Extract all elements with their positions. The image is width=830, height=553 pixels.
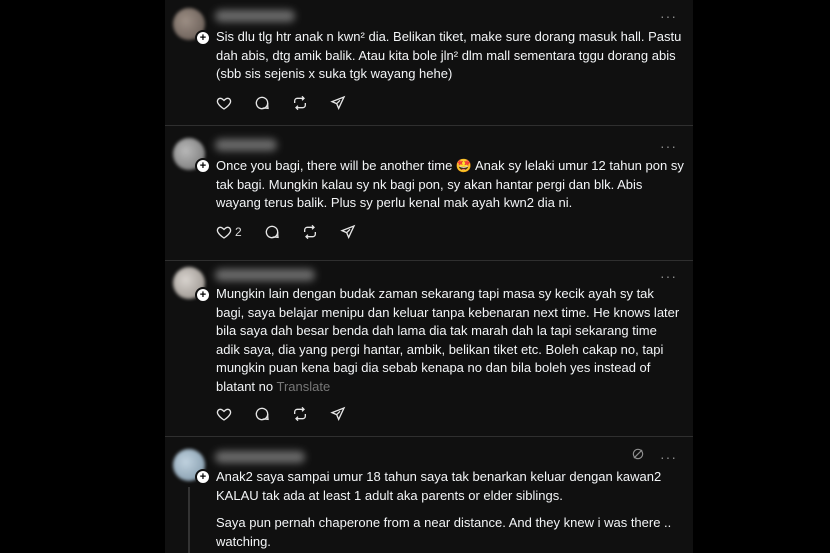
repost-button[interactable]	[292, 95, 308, 111]
repost-icon	[303, 224, 316, 240]
more-options-icon[interactable]: ···	[660, 268, 677, 284]
reply-post: + ··· Anak2 saya sampai umur 18 tahun sa…	[165, 437, 693, 553]
like-count: 2	[235, 225, 242, 239]
post-paragraph: Anak2 saya sampai umur 18 tahun saya tak…	[216, 469, 662, 503]
share-button[interactable]	[330, 406, 346, 422]
share-button[interactable]	[330, 95, 346, 111]
comment-icon	[255, 407, 269, 421]
post-text-body: Mungkin lain dengan budak zaman sekarang…	[216, 286, 680, 394]
post-text: Once you bagi, there will be another tim…	[216, 158, 684, 210]
username-blurred[interactable]	[215, 451, 305, 463]
repost-icon	[294, 406, 306, 422]
thread-line	[188, 487, 190, 553]
repost-icon	[294, 95, 306, 111]
repost-button[interactable]	[302, 224, 318, 240]
post-text: Mungkin lain dengan budak zaman sekarang…	[216, 285, 684, 396]
reply-post: + ··· Mungkin lain dengan budak zaman se…	[165, 261, 693, 436]
post-actions	[216, 404, 368, 424]
thread-column: + ··· Sis dlu tlg htr anak n kwn² dia. B…	[165, 0, 693, 553]
follow-plus-icon[interactable]: +	[195, 30, 211, 46]
share-icon	[339, 224, 356, 239]
share-icon	[330, 406, 346, 421]
post-actions: 2	[216, 222, 378, 242]
comment-icon	[265, 225, 279, 239]
reply-post: + ··· Once you bagi, there will be anoth…	[165, 126, 693, 260]
translate-link[interactable]: Translate	[277, 379, 331, 394]
reply-post: + ··· Sis dlu tlg htr anak n kwn² dia. B…	[165, 0, 693, 125]
more-options-icon[interactable]: ···	[660, 138, 677, 154]
comment-button[interactable]	[254, 95, 270, 111]
heart-icon	[216, 408, 232, 421]
username-blurred[interactable]	[215, 139, 277, 151]
follow-plus-icon[interactable]: +	[195, 469, 211, 485]
username-blurred[interactable]	[215, 269, 315, 281]
repost-button[interactable]	[292, 406, 308, 422]
post-text: Sis dlu tlg htr anak n kwn² dia. Belikan…	[216, 29, 682, 81]
like-button[interactable]	[216, 406, 232, 422]
follow-plus-icon[interactable]: +	[195, 158, 211, 174]
like-button[interactable]: 2	[216, 224, 242, 240]
heart-icon	[216, 226, 232, 239]
username-blurred[interactable]	[215, 10, 295, 22]
more-options-icon[interactable]: ···	[660, 8, 677, 24]
follow-plus-icon[interactable]: +	[195, 287, 211, 303]
mute-icon[interactable]	[631, 447, 645, 466]
like-button[interactable]	[216, 95, 232, 111]
post-paragraph: Saya pun pernah chaperone from a near di…	[216, 515, 672, 549]
post-text: Anak2 saya sampai umur 18 tahun saya tak…	[216, 468, 684, 551]
share-icon	[330, 95, 346, 110]
heart-icon	[216, 97, 232, 110]
post-actions	[216, 93, 368, 113]
share-button[interactable]	[339, 224, 356, 240]
comment-icon	[255, 96, 269, 110]
comment-button[interactable]	[254, 406, 270, 422]
more-options-icon[interactable]: ···	[660, 449, 677, 465]
comment-button[interactable]	[264, 224, 280, 240]
